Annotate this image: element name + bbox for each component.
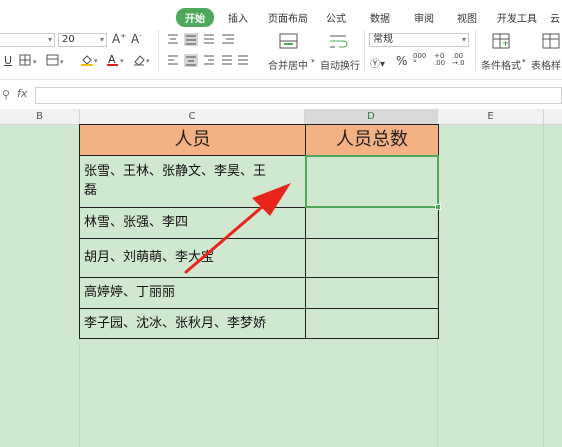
annotation-arrow [184, 183, 291, 274]
